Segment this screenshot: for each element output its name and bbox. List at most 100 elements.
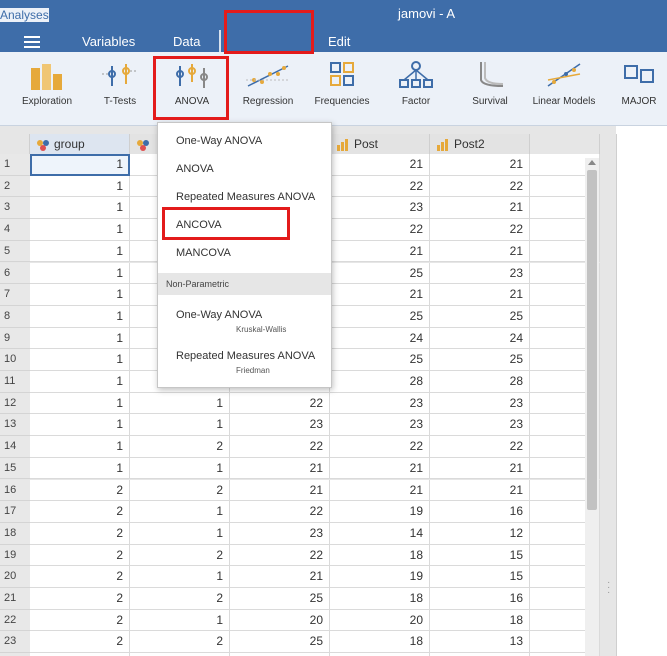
cell-group[interactable]: 1 [30,436,130,458]
cell-post2[interactable]: 25 [430,305,530,328]
cell-column-3[interactable]: 23 [230,414,330,437]
tab-data[interactable]: Data [173,34,200,49]
cell-post2[interactable]: 21 [430,197,530,220]
cell-post2[interactable]: 16 [430,501,530,523]
cell-column-3[interactable]: 22 [230,392,330,415]
cell-post[interactable]: 18 [330,544,430,567]
cell-post2[interactable]: 21 [430,154,530,176]
cell-group[interactable]: 1 [30,457,130,480]
ttests-button[interactable]: T-Tests [92,60,148,122]
cell-post[interactable]: 22 [330,436,430,458]
cell-post[interactable]: 21 [330,457,430,480]
cell-post2[interactable]: 18 [430,609,530,632]
cell-post[interactable]: 22 [330,175,430,198]
exploration-button[interactable]: Exploration [14,60,80,122]
cell-group[interactable]: 1 [30,175,130,198]
cell-post2[interactable]: 22 [430,175,530,198]
cell-group[interactable]: 2 [30,501,130,523]
cell-post[interactable]: 24 [330,327,430,350]
cell-post2[interactable]: 15 [430,544,530,567]
cell-group[interactable]: 2 [30,522,130,545]
cell-column-3[interactable]: 20 [230,609,330,632]
frequencies-button[interactable]: Frequencies [312,60,372,122]
column-header-post[interactable]: Post [330,134,430,154]
scrollbar-thumb[interactable] [587,170,597,510]
column-header-group[interactable]: group [30,134,130,154]
cell-group[interactable]: 2 [30,544,130,567]
cell-post[interactable]: 20 [330,609,430,632]
scroll-up-arrow-icon[interactable] [588,160,596,165]
cell-post2[interactable]: 25 [430,349,530,371]
cell-column-2[interactable]: 1 [130,392,230,415]
cell-post[interactable]: 21 [330,479,430,502]
cell-column-3[interactable]: 25 [230,631,330,654]
cell-post2[interactable]: 21 [430,240,530,263]
cell-group[interactable]: 1 [30,392,130,415]
cell-post[interactable]: 22 [330,219,430,241]
cell-group[interactable]: 1 [30,414,130,437]
column-header-post2[interactable]: Post2 [430,134,530,154]
cell-post[interactable]: 25 [330,305,430,328]
menu-item-friedman[interactable]: Repeated Measures ANOVA Friedman [158,350,331,375]
cell-column-3[interactable]: 21 [230,457,330,480]
cell-column-3[interactable]: 22 [230,544,330,567]
cell-post2[interactable]: 15 [430,566,530,588]
cell-group[interactable]: 1 [30,240,130,263]
cell-group[interactable]: 1 [30,154,130,176]
cell-group[interactable]: 2 [30,609,130,632]
cell-column-2[interactable]: 2 [130,588,230,610]
cell-post[interactable]: 23 [330,392,430,415]
cell-post2[interactable]: 23 [430,262,530,285]
cell-post2[interactable]: 13 [430,631,530,654]
cell-column-2[interactable]: 2 [130,436,230,458]
cell-column-3[interactable]: 21 [230,479,330,502]
menu-item-one-way-anova[interactable]: One-Way ANOVA [158,135,331,147]
cell-post[interactable]: 21 [330,154,430,176]
cell-group[interactable]: 2 [30,566,130,588]
cell-post2[interactable]: 28 [430,371,530,393]
menu-item-ancova[interactable]: ANCOVA [158,219,331,231]
cell-group[interactable]: 1 [30,305,130,328]
cell-post[interactable]: 25 [330,349,430,371]
cell-post[interactable]: 19 [330,566,430,588]
hamburger-menu-icon[interactable] [24,36,40,48]
cell-post2[interactable]: 23 [430,392,530,415]
cell-post[interactable]: 14 [330,522,430,545]
cell-post[interactable]: 25 [330,262,430,285]
menu-item-anova[interactable]: ANOVA [158,163,331,175]
cell-post2[interactable]: 22 [430,436,530,458]
cell-column-2[interactable]: 1 [130,501,230,523]
menu-item-repeated-measures-anova[interactable]: Repeated Measures ANOVA [158,191,331,203]
cell-post[interactable]: 18 [330,588,430,610]
regression-button[interactable]: Regression [236,60,300,122]
major-button[interactable]: MAJOR [614,60,664,122]
cell-post2[interactable]: 16 [430,588,530,610]
cell-column-2[interactable]: 1 [130,609,230,632]
column-header-empty[interactable] [530,134,600,154]
cell-group[interactable]: 2 [30,479,130,502]
cell-post2[interactable]: 12 [430,522,530,545]
cell-post2[interactable]: 22 [430,219,530,241]
cell-post[interactable]: 18 [330,631,430,654]
cell-column-3[interactable]: 22 [230,436,330,458]
cell-post[interactable]: 21 [330,240,430,263]
anova-button[interactable]: ANOVA [162,60,222,122]
cell-column-3[interactable]: 23 [230,522,330,545]
cell-column-2[interactable]: 1 [130,522,230,545]
cell-column-2[interactable]: 2 [130,631,230,654]
cell-group[interactable]: 1 [30,327,130,350]
menu-item-mancova[interactable]: MANCOVA [158,247,331,259]
cell-post2[interactable]: 24 [430,327,530,350]
cell-column-2[interactable]: 1 [130,414,230,437]
cell-group[interactable]: 2 [30,631,130,654]
cell-group[interactable]: 1 [30,349,130,371]
tab-variables[interactable]: Variables [82,34,135,49]
cell-column-2[interactable]: 1 [130,566,230,588]
cell-post2[interactable]: 21 [430,457,530,480]
linear-models-button[interactable]: Linear Models [530,60,598,122]
cell-group[interactable]: 1 [30,262,130,285]
menu-item-kruskal-wallis[interactable]: One-Way ANOVA Kruskal-Wallis [158,309,331,334]
factor-button[interactable]: Factor [388,60,444,122]
cell-post2[interactable]: 21 [430,479,530,502]
cell-column-2[interactable]: 2 [130,544,230,567]
